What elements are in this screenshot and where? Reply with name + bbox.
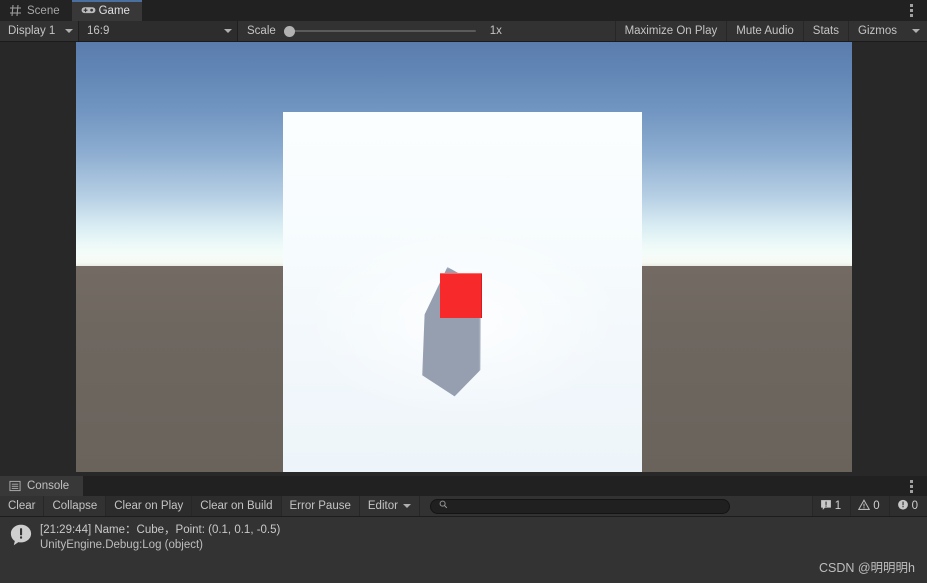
aspect-ratio-label: 16:9 (87, 25, 109, 37)
display-dropdown-label: Display 1 (8, 25, 55, 37)
scale-slider-track (284, 30, 476, 32)
scale-control: Scale 1x (238, 21, 510, 41)
chevron-down-icon (403, 504, 411, 508)
aspect-ratio-dropdown[interactable]: 16:9 (79, 21, 238, 41)
error-pause-label: Error Pause (290, 500, 351, 512)
warning-badge-icon (858, 499, 870, 514)
console-icon (9, 480, 22, 493)
maximize-on-play-label: Maximize On Play (625, 25, 718, 37)
scale-label: Scale (247, 25, 276, 37)
info-count: 1 (835, 500, 841, 512)
gizmos-dropdown-button[interactable] (902, 29, 927, 33)
error-count: 0 (912, 500, 918, 512)
info-badge-icon (820, 499, 832, 514)
scale-value: 1x (490, 25, 502, 37)
tab-console[interactable]: Console (0, 476, 83, 496)
search-input[interactable] (430, 499, 730, 514)
info-count-badge[interactable]: 1 (812, 496, 850, 516)
search-icon (439, 500, 448, 512)
collapse-label: Collapse (52, 500, 97, 512)
error-count-badge[interactable]: 0 (889, 496, 927, 516)
game-viewport-area (0, 42, 927, 496)
tab-game-label: Game (99, 5, 130, 17)
stats-label: Stats (813, 25, 839, 37)
warning-count-badge[interactable]: 0 (850, 496, 888, 516)
game-window-tabbar: Scene Game (0, 0, 927, 21)
error-badge-icon (897, 499, 909, 514)
game-view-toolbar: Display 1 16:9 Scale 1x Maximize On Play (0, 21, 927, 42)
toolbar-spacer (510, 21, 615, 41)
clear-button[interactable]: Clear (0, 496, 44, 516)
console-log-list[interactable]: [21:29:44] Name：Cube，Point: (0.1, 0.1, -… (0, 517, 927, 583)
stats-button[interactable]: Stats (803, 21, 848, 41)
grid-icon (9, 4, 22, 17)
console-tabbar: Console (0, 476, 927, 496)
watermark: CSDN @明明明h (819, 557, 915, 576)
gamepad-icon (81, 4, 94, 17)
game-window: Scene Game Display 1 (0, 0, 927, 476)
game-viewport[interactable] (76, 42, 852, 472)
log-entry-line2: UnityEngine.Debug:Log (object) (40, 538, 280, 553)
chevron-down-icon (224, 29, 232, 33)
log-entry-text: [21:29:44] Name：Cube，Point: (0.1, 0.1, -… (40, 523, 280, 553)
tab-scene[interactable]: Scene (0, 0, 72, 21)
editor-dropdown[interactable]: Editor (360, 496, 420, 516)
gizmos-control: Gizmos (848, 21, 927, 41)
kebab-menu-icon[interactable] (904, 480, 918, 494)
kebab-menu-icon[interactable] (904, 4, 918, 18)
chevron-down-icon (912, 29, 920, 33)
collapse-button[interactable]: Collapse (44, 496, 106, 516)
gizmos-label: Gizmos (858, 25, 897, 37)
clear-label: Clear (8, 500, 35, 512)
mute-audio-label: Mute Audio (736, 25, 794, 37)
console-search-area (420, 496, 812, 516)
info-log-icon (10, 524, 32, 546)
clear-on-play-label: Clear on Play (114, 500, 183, 512)
console-window: Console Clear Collapse Clear on Play Cle… (0, 476, 927, 583)
display-dropdown[interactable]: Display 1 (0, 21, 79, 41)
red-cube-object[interactable] (440, 273, 482, 318)
clear-on-build-button[interactable]: Clear on Build (192, 496, 281, 516)
list-item[interactable]: [21:29:44] Name：Cube，Point: (0.1, 0.1, -… (0, 517, 927, 553)
scale-slider[interactable] (284, 25, 476, 37)
tab-console-label: Console (27, 480, 69, 492)
maximize-on-play-button[interactable]: Maximize On Play (615, 21, 727, 41)
tab-game[interactable]: Game (72, 0, 142, 21)
mute-audio-button[interactable]: Mute Audio (726, 21, 803, 41)
chevron-down-icon (65, 29, 73, 33)
warning-count: 0 (873, 500, 879, 512)
scale-slider-handle[interactable] (284, 26, 295, 37)
clear-on-play-button[interactable]: Clear on Play (106, 496, 192, 516)
tab-scene-label: Scene (27, 5, 60, 17)
unity-editor-window: Scene Game Display 1 (0, 0, 927, 583)
gizmos-button[interactable]: Gizmos (849, 25, 902, 37)
editor-label: Editor (368, 500, 398, 512)
log-entry-line1: [21:29:44] Name：Cube，Point: (0.1, 0.1, -… (40, 523, 280, 538)
clear-on-build-label: Clear on Build (200, 500, 272, 512)
console-toolbar: Clear Collapse Clear on Play Clear on Bu… (0, 496, 927, 517)
error-pause-button[interactable]: Error Pause (282, 496, 360, 516)
